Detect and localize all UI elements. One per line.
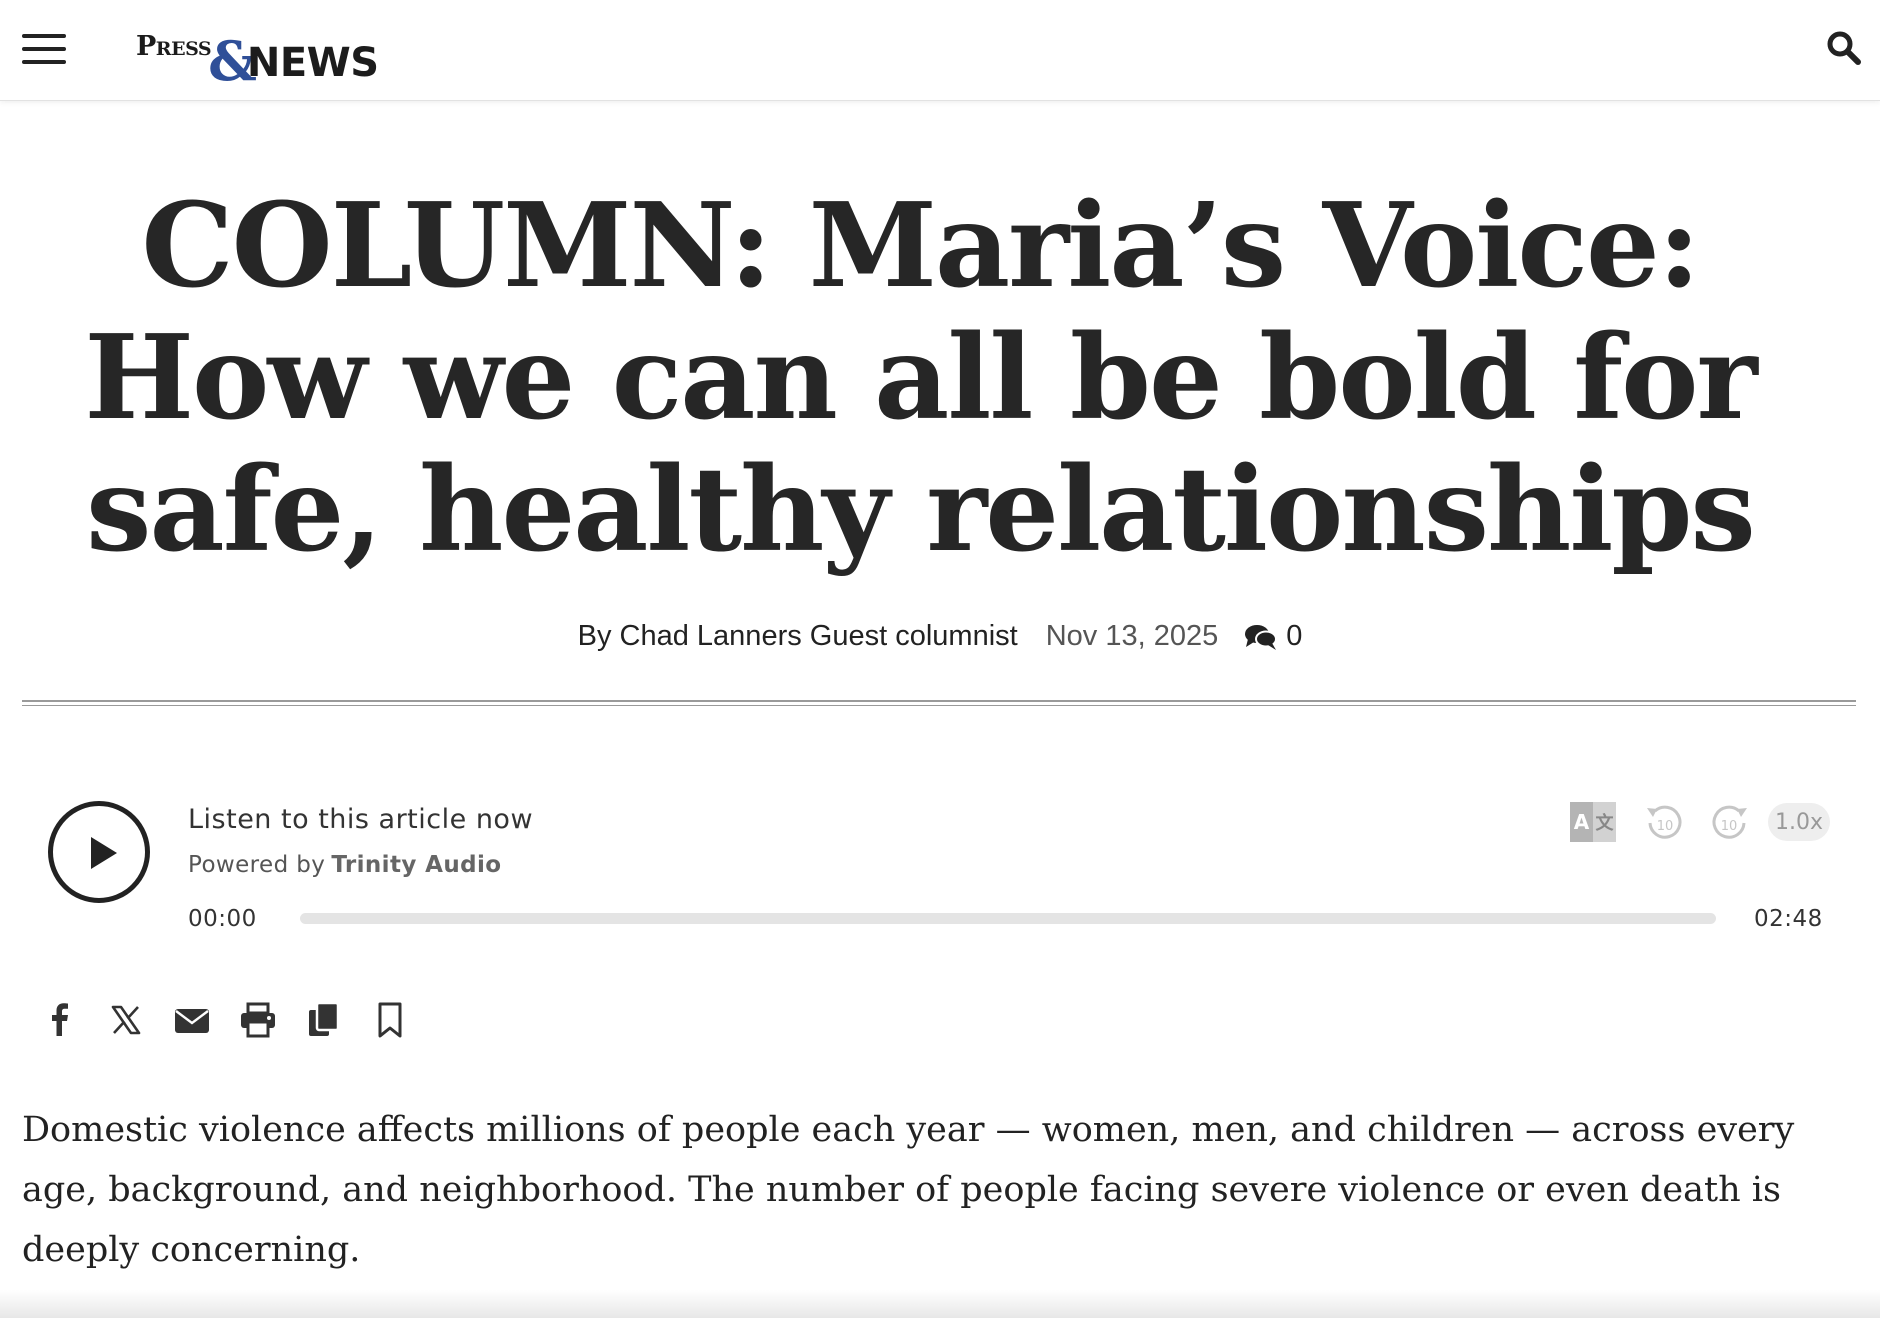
translate-icon: A 文 [1570, 802, 1616, 842]
article-body-paragraph: Domestic violence affects millions of pe… [22, 1110, 1795, 1270]
email-icon [175, 1009, 209, 1033]
rewind-10-icon: 10 [1647, 805, 1682, 839]
copy-icon [309, 1001, 340, 1036]
section-divider [22, 700, 1856, 702]
forward-10-icon: 10 [1712, 805, 1747, 839]
powered-by: Powered by Trinity Audio [188, 852, 501, 878]
total-time: 02:48 [1754, 906, 1823, 932]
svg-text:A: A [1574, 810, 1590, 834]
hamburger-icon-line [22, 47, 66, 51]
email-share-button[interactable] [172, 1000, 212, 1040]
hamburger-icon-line [22, 34, 66, 38]
playback-speed-button[interactable]: 1.0x [1768, 803, 1830, 841]
logo-news-text: NEWS [246, 40, 379, 86]
menu-button[interactable] [22, 34, 66, 64]
article-headline: COLUMN: Maria’s Voice: How we can all be… [84, 178, 1757, 578]
search-button[interactable] [1824, 28, 1864, 68]
bottom-fade [0, 1290, 1880, 1318]
publish-date: Nov 13, 2025 [1045, 620, 1219, 652]
hamburger-icon-line [22, 60, 66, 64]
x-icon [111, 1005, 141, 1035]
audio-player-title: Listen to this article now [188, 804, 534, 835]
facebook-icon [52, 1003, 68, 1036]
bookmark-button[interactable] [370, 1000, 410, 1040]
print-icon [241, 1002, 275, 1038]
rewind-10-button[interactable]: 10 [1642, 802, 1686, 847]
author-byline[interactable]: By Chad Lanners Guest columnist [578, 620, 1018, 653]
site-logo[interactable]: Press & NEWS [136, 26, 379, 88]
trinity-audio-link[interactable]: Trinity Audio [331, 852, 501, 878]
svg-text:10: 10 [1657, 819, 1674, 834]
x-share-button[interactable] [106, 1000, 146, 1040]
translate-button[interactable]: A 文 [1570, 802, 1616, 847]
print-button[interactable] [238, 1000, 278, 1040]
logo-press-text: Press [136, 31, 212, 62]
bookmark-icon [378, 1002, 402, 1038]
comments-icon [1245, 624, 1278, 650]
play-button[interactable] [48, 801, 150, 903]
article-byline: By Chad Lanners Guest columnist Nov 13, … [0, 620, 1880, 653]
copy-link-button[interactable] [304, 1000, 344, 1040]
top-navigation-bar: Press & NEWS [0, 0, 1880, 101]
search-icon [1827, 31, 1861, 65]
section-divider [22, 705, 1856, 706]
comment-count: 0 [1286, 620, 1303, 652]
comments-link[interactable]: 0 [1244, 620, 1302, 653]
forward-10-button[interactable]: 10 [1708, 802, 1752, 847]
current-time: 00:00 [188, 906, 257, 932]
facebook-share-button[interactable] [40, 1000, 80, 1040]
audio-progress-bar[interactable] [300, 913, 1716, 924]
powered-by-label: Powered by [188, 852, 326, 878]
play-icon [91, 837, 117, 869]
svg-text:10: 10 [1721, 819, 1738, 834]
svg-text:文: 文 [1596, 812, 1615, 834]
